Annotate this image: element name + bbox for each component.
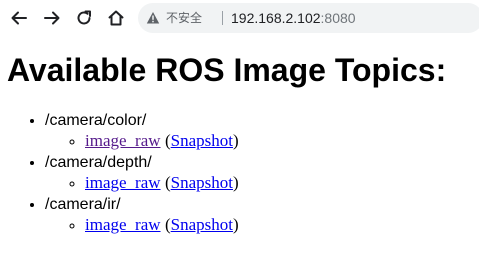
topic-link-row: image_raw (Snapshot) bbox=[85, 215, 479, 236]
browser-toolbar: 不安全 192.168.2.102:8080 bbox=[0, 0, 479, 36]
image-raw-link[interactable]: image_raw bbox=[85, 173, 161, 192]
image-raw-link[interactable]: image_raw bbox=[85, 131, 161, 150]
topic-item: /camera/ir/ image_raw (Snapshot) bbox=[45, 195, 479, 236]
topic-sublist: image_raw (Snapshot) bbox=[45, 131, 479, 152]
back-arrow-icon bbox=[11, 11, 27, 25]
url-port: :8080 bbox=[320, 10, 356, 26]
topic-item: /camera/color/ image_raw (Snapshot) bbox=[45, 111, 479, 152]
url-text[interactable]: 192.168.2.102:8080 bbox=[231, 3, 356, 33]
topic-link-row: image_raw (Snapshot) bbox=[85, 173, 479, 194]
reload-icon bbox=[77, 10, 91, 25]
home-button[interactable] bbox=[106, 8, 126, 28]
page-title: Available ROS Image Topics: bbox=[7, 52, 447, 88]
url-host: 192.168.2.102 bbox=[231, 10, 321, 26]
close-paren: ) bbox=[233, 215, 239, 234]
topic-link-row: image_raw (Snapshot) bbox=[85, 131, 479, 152]
close-paren: ) bbox=[233, 173, 239, 192]
image-raw-link[interactable]: image_raw bbox=[85, 215, 161, 234]
warning-triangle-icon bbox=[146, 12, 160, 24]
security-label: 不安全 bbox=[166, 11, 203, 25]
topic-list: /camera/color/ image_raw (Snapshot) /cam… bbox=[7, 111, 479, 236]
security-indicator[interactable]: 不安全 bbox=[146, 3, 202, 33]
snapshot-link[interactable]: Snapshot bbox=[171, 131, 233, 150]
topic-name: /camera/depth/ bbox=[45, 154, 152, 171]
topic-item: /camera/depth/ image_raw (Snapshot) bbox=[45, 153, 479, 194]
page-content: Available ROS Image Topics: /camera/colo… bbox=[0, 50, 479, 236]
snapshot-link[interactable]: Snapshot bbox=[171, 173, 233, 192]
snapshot-link[interactable]: Snapshot bbox=[171, 215, 233, 234]
topic-name: /camera/ir/ bbox=[45, 196, 121, 213]
address-bar[interactable]: 不安全 192.168.2.102:8080 bbox=[138, 3, 479, 33]
topic-sublist: image_raw (Snapshot) bbox=[45, 173, 479, 194]
omnibox-divider bbox=[222, 11, 223, 25]
topic-sublist: image_raw (Snapshot) bbox=[45, 215, 479, 236]
reload-button[interactable] bbox=[74, 8, 94, 28]
topic-name: /camera/color/ bbox=[45, 112, 147, 129]
back-button[interactable] bbox=[9, 8, 29, 28]
forward-arrow-icon bbox=[44, 11, 60, 25]
forward-button[interactable] bbox=[42, 8, 62, 28]
close-paren: ) bbox=[233, 131, 239, 150]
home-icon bbox=[108, 10, 124, 26]
